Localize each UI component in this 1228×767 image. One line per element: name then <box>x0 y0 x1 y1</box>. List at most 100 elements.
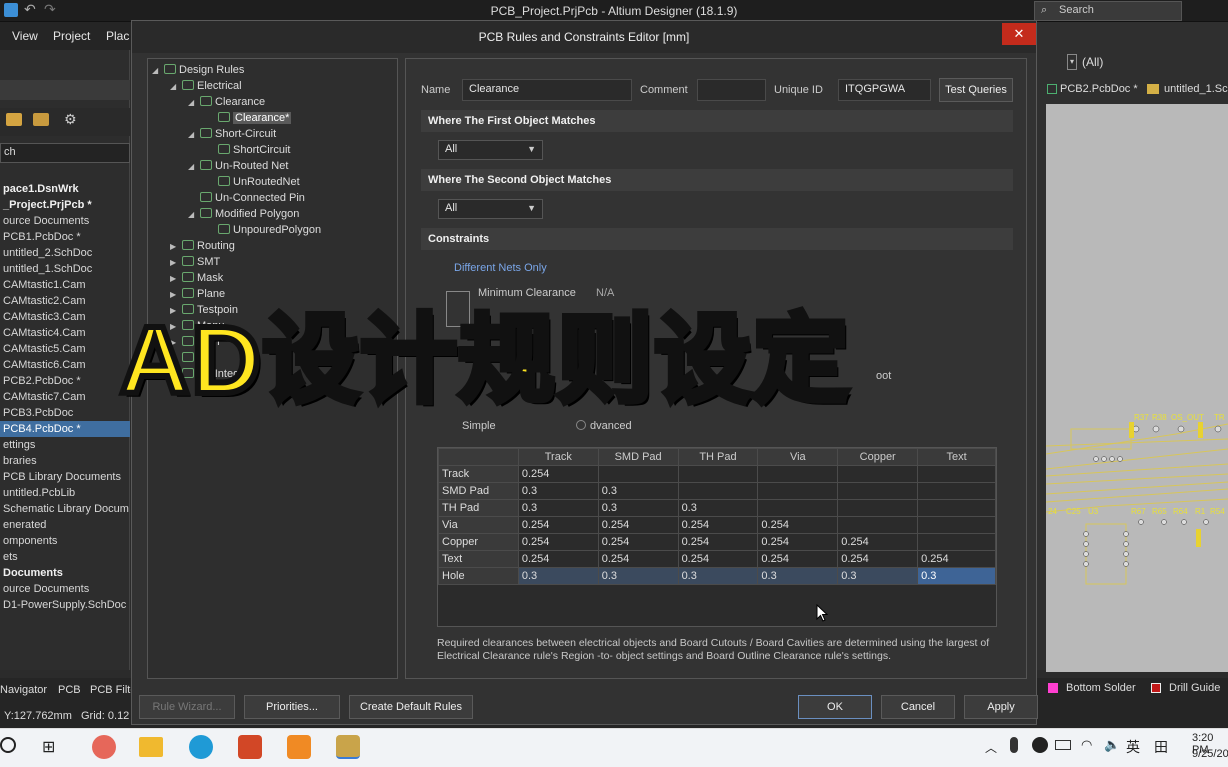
cancel-button[interactable]: Cancel <box>881 695 955 719</box>
project-tree-item[interactable]: CAMtastic6.Cam <box>0 357 130 373</box>
project-tree-item[interactable]: ource Documents <box>0 213 130 229</box>
layer-tab-drill-guide[interactable]: Drill Guide <box>1169 682 1220 694</box>
filter-dropdown[interactable]: ▾ <box>1067 54 1077 70</box>
project-tree-item[interactable]: untitled_1.SchDoc <box>0 261 130 277</box>
project-tree-item[interactable]: _Project.PrjPcb * <box>0 197 130 213</box>
matrix-cell[interactable] <box>917 499 996 517</box>
layer-tab-bottom-solder[interactable]: Bottom Solder <box>1066 682 1136 694</box>
apply-button[interactable]: Apply <box>964 695 1038 719</box>
matrix-cell[interactable] <box>677 465 759 483</box>
matrix-cell[interactable] <box>917 482 996 500</box>
matrix-cell[interactable] <box>597 465 679 483</box>
matrix-cell[interactable]: 0.254 <box>677 533 759 551</box>
name-input[interactable]: Clearance <box>462 79 632 101</box>
matrix-cell[interactable]: 0.254 <box>757 516 839 534</box>
project-tree-item[interactable]: omponents <box>0 533 130 549</box>
matrix-cell[interactable]: 0.254 <box>837 533 919 551</box>
battery-icon[interactable] <box>1055 740 1071 750</box>
different-nets-only[interactable]: Different Nets Only <box>454 262 547 274</box>
project-tree-item[interactable]: ettings <box>0 437 130 453</box>
project-tree-item[interactable]: ets <box>0 549 130 565</box>
pdf-app-icon[interactable] <box>287 735 311 759</box>
matrix-cell[interactable]: 0.254 <box>677 550 759 568</box>
powerpoint-icon[interactable] <box>238 735 262 759</box>
rules-tree-node[interactable]: ◢ Short-Circuit <box>152 126 397 142</box>
search-input[interactable]: ⌕ Search <box>1034 1 1182 21</box>
project-tree-item[interactable]: D1-PowerSupply.SchDoc <box>0 597 130 613</box>
matrix-cell[interactable] <box>917 465 996 483</box>
ok-button[interactable]: OK <box>798 695 872 719</box>
matrix-cell[interactable]: 0.3 <box>677 499 759 517</box>
project-search-input[interactable]: ch <box>0 143 130 163</box>
project-tree-item[interactable]: Schematic Library Docum <box>0 501 130 517</box>
tab-untitled-sch[interactable]: untitled_1.Sc <box>1164 83 1228 95</box>
volume-icon[interactable]: 🔈 <box>1104 737 1120 753</box>
rules-tree-node[interactable]: ◢ Design Rules <box>152 62 397 78</box>
matrix-cell[interactable]: 0.3 <box>517 482 599 500</box>
matrix-cell[interactable] <box>757 465 839 483</box>
folder-icon[interactable] <box>6 113 22 126</box>
matrix-cell[interactable]: 0.3 <box>597 482 679 500</box>
matrix-cell[interactable]: 0.3 <box>517 567 599 585</box>
chevron-down-icon[interactable]: ◢ <box>188 127 200 143</box>
matrix-cell[interactable]: 0.254 <box>757 550 839 568</box>
matrix-cell[interactable]: 0.3 <box>597 567 679 585</box>
create-default-rules-button[interactable]: Create Default Rules <box>349 695 473 719</box>
project-tree-item[interactable]: untitled_2.SchDoc <box>0 245 130 261</box>
menu-project[interactable]: Project <box>53 29 90 43</box>
first-match-dropdown[interactable]: All ▼ <box>438 140 543 160</box>
matrix-cell[interactable]: 0.3 <box>677 567 759 585</box>
matrix-cell[interactable]: 0.254 <box>517 533 599 551</box>
altium-designer-icon[interactable] <box>336 735 360 759</box>
chevron-right-icon[interactable]: ▶ <box>170 239 182 255</box>
project-tree-item[interactable]: untitled.PcbLib <box>0 485 130 501</box>
chevron-down-icon[interactable]: ◢ <box>188 159 200 175</box>
chevron-down-icon[interactable]: ◢ <box>152 63 164 79</box>
tab-pcb-filter[interactable]: PCB Filte <box>90 684 136 696</box>
file-explorer-icon[interactable] <box>139 737 163 757</box>
rules-tree-node[interactable]: ◢ Clearance <box>152 94 397 110</box>
project-tree-item[interactable]: Documents <box>0 565 130 581</box>
project-tree-item[interactable]: pace1.DsnWrk <box>0 181 130 197</box>
rules-tree-node[interactable]: ◢ Un-Routed Net <box>152 158 397 174</box>
menu-view[interactable]: View <box>12 29 38 43</box>
matrix-cell[interactable]: 0.3 <box>597 499 679 517</box>
project-tree-item[interactable]: CAMtastic1.Cam <box>0 277 130 293</box>
matrix-cell[interactable]: 0.254 <box>517 550 599 568</box>
start-search-icon[interactable] <box>0 737 16 753</box>
rules-tree-node[interactable]: Un-Connected Pin <box>152 190 397 206</box>
project-tree-item[interactable]: CAMtastic5.Cam <box>0 341 130 357</box>
project-tree-item[interactable]: CAMtastic4.Cam <box>0 325 130 341</box>
project-tree-item[interactable]: PCB4.PcbDoc * <box>0 421 130 437</box>
matrix-cell[interactable] <box>757 482 839 500</box>
rules-tree-node[interactable]: ◢ Modified Polygon <box>152 206 397 222</box>
gear-icon[interactable]: ⚙ <box>64 111 77 128</box>
matrix-cell[interactable] <box>837 516 919 534</box>
chevron-down-icon[interactable]: ◢ <box>188 207 200 223</box>
chevron-right-icon[interactable]: ▶ <box>170 255 182 271</box>
wifi-icon[interactable]: ◠ <box>1081 737 1092 753</box>
project-tree-item[interactable]: PCB3.PcbDoc <box>0 405 130 421</box>
rules-tree-node[interactable]: ShortCircuit <box>152 142 397 158</box>
matrix-cell[interactable]: 0.254 <box>597 550 679 568</box>
matrix-cell[interactable]: 0.3 <box>917 567 996 585</box>
unique-id-input[interactable]: ITQGPGWA <box>838 79 931 101</box>
matrix-cell[interactable]: 0.3 <box>757 567 839 585</box>
matrix-cell[interactable]: 0.254 <box>517 516 599 534</box>
matrix-cell[interactable]: 0.3 <box>837 567 919 585</box>
rules-tree-node[interactable]: ▶ SMT <box>152 254 397 270</box>
project-tree-item[interactable]: braries <box>0 453 130 469</box>
test-queries-button[interactable]: Test Queries <box>939 78 1013 102</box>
qq-icon[interactable] <box>1032 737 1048 753</box>
tab-navigator[interactable]: Navigator <box>0 684 47 696</box>
task-view-icon[interactable]: ⊞ <box>42 737 55 757</box>
rules-tree-node[interactable]: UnRoutedNet <box>152 174 397 190</box>
matrix-cell[interactable]: 0.254 <box>597 516 679 534</box>
chevron-down-icon[interactable]: ◢ <box>188 95 200 111</box>
edge-browser-icon[interactable] <box>189 735 213 759</box>
matrix-cell[interactable]: 0.254 <box>837 550 919 568</box>
matrix-cell[interactable] <box>757 499 839 517</box>
matrix-cell[interactable]: 0.254 <box>757 533 839 551</box>
matrix-cell[interactable] <box>677 482 759 500</box>
matrix-cell[interactable]: 0.3 <box>517 499 599 517</box>
